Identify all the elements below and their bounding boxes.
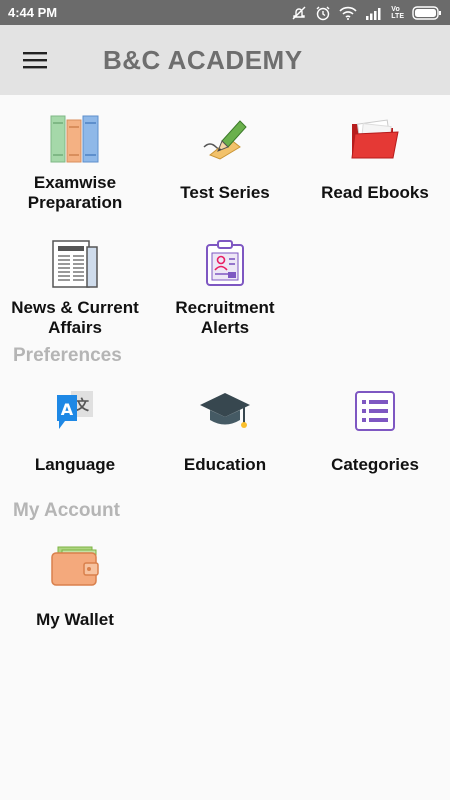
carrier-label: Vo (391, 5, 400, 13)
tile-education[interactable]: Education (150, 367, 300, 492)
section-header-my-account: My Account (13, 500, 120, 521)
tile-label: Read Ebooks (321, 183, 429, 202)
tile-empty (300, 220, 450, 345)
list-icon (347, 385, 403, 437)
tile-label: Categories (331, 455, 419, 474)
tile-row-1: Examwise Preparation Test Series Read Eb… (0, 95, 450, 220)
tile-label: Test Series (180, 183, 270, 202)
tile-label: Examwise Preparation (27, 173, 123, 212)
tile-categories[interactable]: Categories (300, 367, 450, 492)
do-not-disturb-icon (292, 6, 306, 19)
open-folder-icon (347, 113, 403, 165)
tile-read-ebooks[interactable]: Read Ebooks (300, 95, 450, 220)
translate-icon: 文 A (47, 385, 103, 437)
tile-row-2: News & Current Affairs Recruitment Alert… (0, 220, 450, 345)
books-icon (47, 113, 103, 165)
newspaper-icon (47, 238, 103, 290)
svg-text:文: 文 (75, 397, 90, 414)
id-clipboard-icon (197, 238, 253, 290)
app-bar: B&C ACADEMY (0, 25, 450, 95)
status-time: 4:44 PM (8, 5, 58, 20)
menu-button[interactable] (0, 25, 70, 95)
wallet-icon (47, 540, 103, 592)
app-title: B&C ACADEMY (103, 44, 303, 75)
tile-language[interactable]: 文 A Language (0, 367, 150, 492)
status-icons: Vo LTE (291, 5, 442, 21)
tile-news-current-affairs[interactable]: News & Current Affairs (0, 220, 150, 345)
wifi-icon (339, 6, 357, 20)
tile-label: My Wallet (36, 610, 114, 629)
network-type: Vo LTE (391, 6, 404, 20)
battery-icon (412, 5, 441, 20)
pencil-writing-icon (197, 113, 253, 165)
tile-my-wallet[interactable]: My Wallet (0, 522, 150, 647)
tile-label: Recruitment Alerts (175, 298, 275, 337)
tile-test-series[interactable]: Test Series (150, 95, 300, 220)
tile-row-account: My Wallet (0, 522, 450, 647)
network-label: LTE (391, 12, 404, 20)
tile-examwise-preparation[interactable]: Examwise Preparation (0, 95, 150, 220)
tile-recruitment-alerts[interactable]: Recruitment Alerts (150, 220, 300, 345)
main-content: Examwise Preparation Test Series Read Eb… (0, 95, 450, 647)
tile-row-preferences: 文 A Language Education Categories (0, 367, 450, 492)
tile-label: Language (34, 455, 116, 474)
signal-icon (366, 7, 381, 20)
hamburger-menu-icon (23, 52, 47, 69)
alarm-icon (316, 6, 330, 20)
status-bar: 4:44 PM Vo LTE (0, 0, 450, 25)
tile-label: News & Current Affairs (11, 298, 139, 337)
svg-text:A: A (61, 400, 74, 419)
graduation-cap-icon (197, 385, 253, 437)
tile-label: Education (183, 455, 267, 474)
